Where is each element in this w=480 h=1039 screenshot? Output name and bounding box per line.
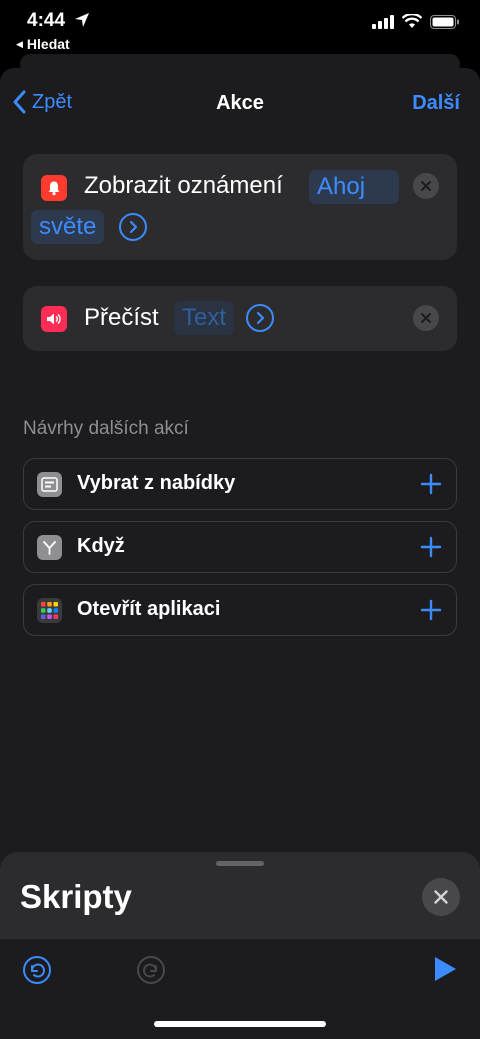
- add-icon[interactable]: [418, 597, 444, 623]
- redo-icon[interactable]: [136, 955, 166, 985]
- battery-icon: [430, 14, 459, 29]
- expand-options-button[interactable]: [119, 213, 147, 241]
- branch-icon: [37, 535, 62, 560]
- shortcuts-panel: Skripty: [0, 852, 480, 1039]
- menu-list-icon: [37, 472, 62, 497]
- chevron-right-icon: [256, 311, 265, 325]
- expand-options-button[interactable]: [246, 304, 274, 332]
- status-icons: [372, 14, 460, 29]
- bell-icon: [41, 175, 67, 201]
- speaker-icon: [41, 306, 67, 332]
- play-icon[interactable]: [432, 955, 458, 983]
- remove-action-button[interactable]: [413, 305, 439, 331]
- suggestion-if[interactable]: Když: [23, 521, 457, 573]
- close-icon: [421, 181, 431, 191]
- action-card-show-notification[interactable]: Zobrazit oznámení Ahoj světe: [23, 154, 457, 260]
- navigation-bar: Zpět Akce Další: [0, 68, 480, 142]
- remove-action-button[interactable]: [413, 173, 439, 199]
- close-icon: [421, 313, 431, 323]
- suggestions-heading: Návrhy dalších akcí: [23, 418, 189, 439]
- chevron-right-icon: [129, 220, 138, 234]
- sheet-grabber[interactable]: [216, 861, 264, 866]
- location-arrow-icon: [75, 13, 89, 27]
- action-card-speak-text[interactable]: Přečíst Text: [23, 286, 457, 351]
- back-to-app-link[interactable]: ◀ Hledat: [16, 36, 70, 52]
- cellular-signal-icon: [372, 14, 394, 29]
- status-time: 4:44: [27, 10, 66, 31]
- message-token-line1[interactable]: Ahoj: [309, 170, 399, 204]
- add-icon[interactable]: [418, 534, 444, 560]
- page-title: Akce: [216, 92, 264, 114]
- home-indicator: [154, 1021, 326, 1027]
- back-app-label: Hledat: [26, 36, 70, 52]
- close-icon: [434, 890, 448, 904]
- app-grid-icon: [37, 598, 62, 623]
- close-panel-button[interactable]: [422, 878, 460, 916]
- suggestion-open-app[interactable]: Otevřít aplikaci: [23, 584, 457, 636]
- suggestion-label: Vybrat z nabídky: [77, 472, 236, 494]
- action-label: Zobrazit oznámení: [84, 172, 283, 199]
- wifi-icon: [402, 14, 422, 28]
- suggestion-label: Když: [77, 535, 125, 557]
- action-label: Přečíst: [84, 304, 159, 331]
- suggestion-choose-from-menu[interactable]: Vybrat z nabídky: [23, 458, 457, 510]
- suggestion-label: Otevřít aplikaci: [77, 598, 221, 620]
- message-token-line2[interactable]: světe: [31, 210, 105, 244]
- text-token[interactable]: Text: [174, 301, 235, 335]
- status-bar: 4:44 ◀ Hledat: [0, 0, 480, 62]
- add-icon[interactable]: [418, 471, 444, 497]
- next-button[interactable]: Další: [412, 92, 460, 115]
- panel-title: Skripty: [20, 878, 132, 915]
- undo-icon[interactable]: [22, 955, 52, 985]
- back-triangle-icon: ◀: [16, 38, 23, 49]
